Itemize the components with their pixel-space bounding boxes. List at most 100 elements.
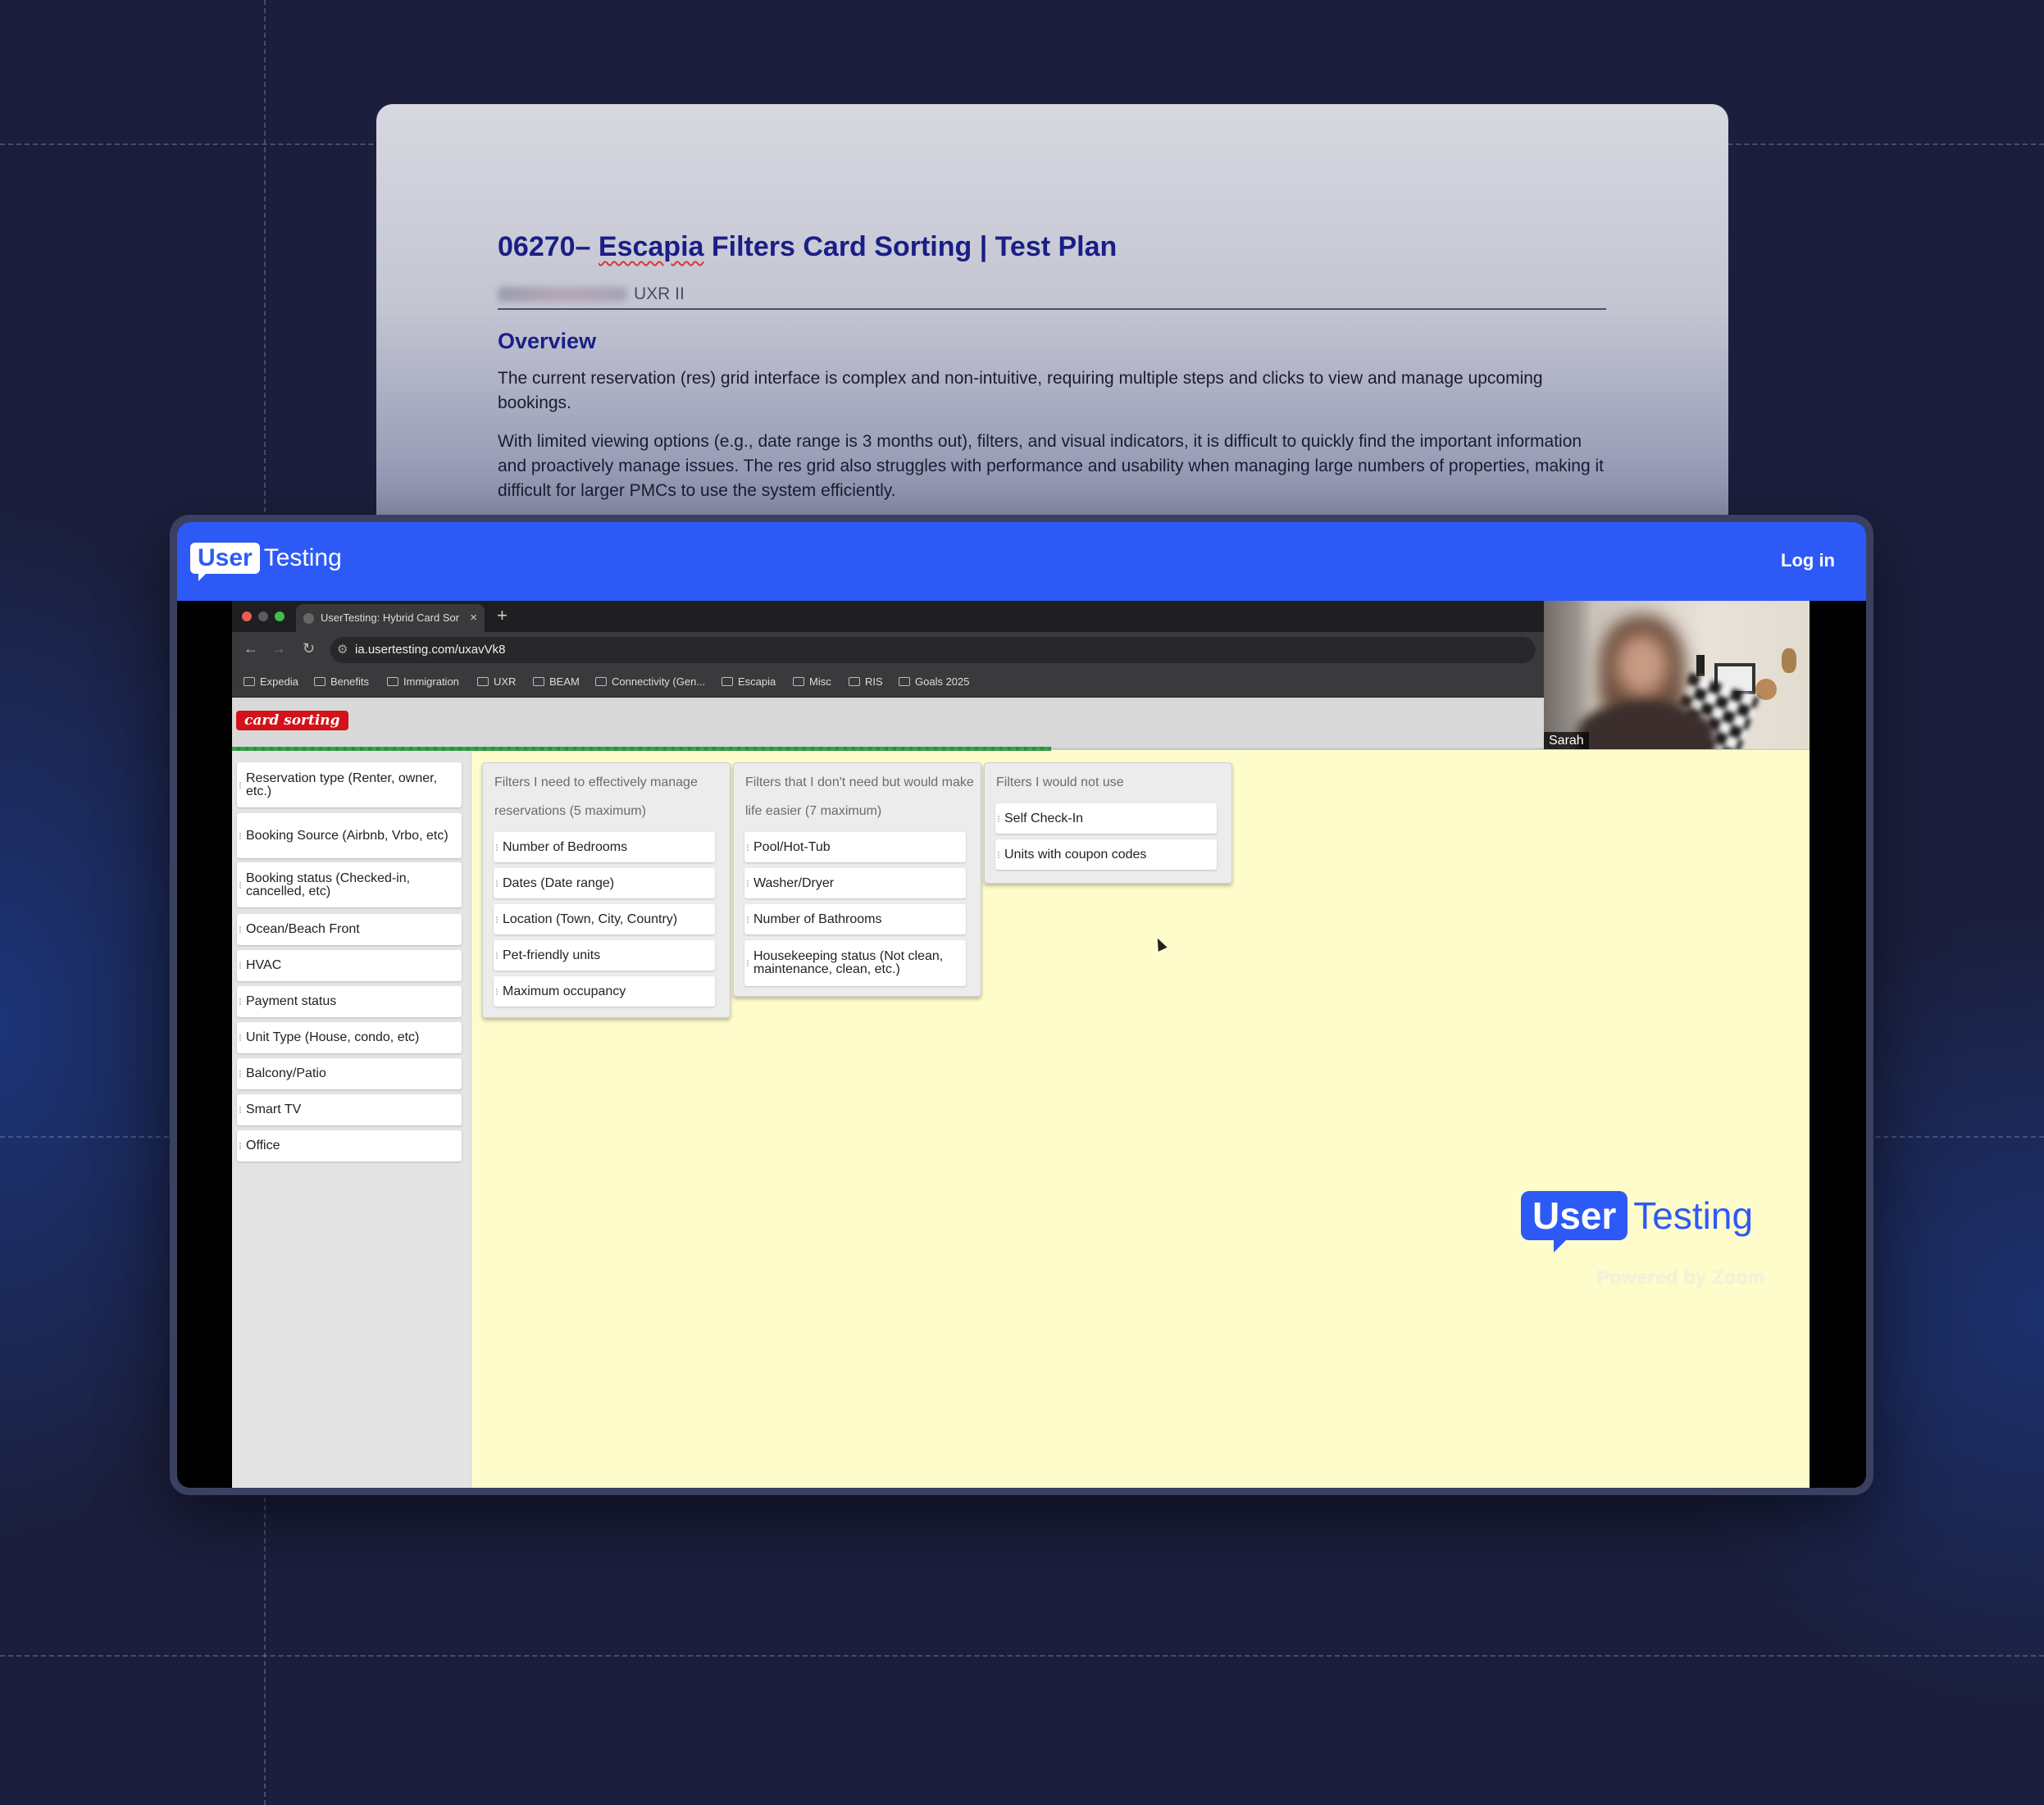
unsorted-card[interactable]: Booking status (Checked-in, cancelled, e… <box>237 862 462 907</box>
sorted-card[interactable]: Pet-friendly units <box>494 940 715 971</box>
folder-icon <box>387 677 398 686</box>
bookmark-label: Connectivity (Gen... <box>612 675 706 688</box>
card-label: Pool/Hot-Tub <box>753 839 831 854</box>
sorted-card[interactable]: Location (Town, City, Country) <box>494 904 715 934</box>
sorted-card[interactable]: Housekeeping status (Not clean, maintena… <box>744 940 966 986</box>
browser-tab[interactable]: UserTesting: Hybrid Card Sor × <box>296 604 485 632</box>
sorted-card[interactable]: Number of Bathrooms <box>744 904 966 934</box>
webcam-background <box>1782 648 1796 673</box>
sorted-card[interactable]: Self Check-In <box>995 803 1217 834</box>
category-group[interactable]: Filters that I don't need but would make… <box>733 762 981 997</box>
sorted-card[interactable]: Maximum occupancy <box>494 976 715 1007</box>
unsorted-card[interactable]: Booking Source (Airbnb, Vrbo, etc) <box>237 813 462 858</box>
unsorted-card[interactable]: Reservation type (Renter, owner, etc.) <box>237 762 462 807</box>
guide-line-bottom <box>0 1655 2044 1657</box>
card-label: Washer/Dryer <box>753 875 835 890</box>
folder-icon <box>595 677 607 686</box>
unsorted-card[interactable]: Balcony/Patio <box>237 1058 462 1089</box>
title-misspelled-word: Escapia <box>598 231 704 262</box>
card-label: Payment status <box>246 994 337 1008</box>
unsorted-card[interactable]: Payment status <box>237 986 462 1017</box>
tab-close-icon[interactable]: × <box>470 604 477 632</box>
site-settings-icon[interactable]: ⚙ <box>337 637 348 663</box>
powered-by-zoom: Powered by Zoom <box>1596 1266 1765 1288</box>
usertesting-header: User Testing Log in <box>177 522 1866 601</box>
browser-tab-bar: UserTesting: Hybrid Card Sor × + <box>232 601 1544 632</box>
overview-paragraph-1: The current reservation (res) grid inter… <box>498 369 1543 412</box>
usertesting-window: User Testing Log in UserTesting: Hybrid … <box>170 515 1873 1495</box>
group-title[interactable]: Filters I would not use <box>996 768 1226 797</box>
folder-icon <box>722 677 733 686</box>
bookmark-label: RIS <box>865 675 883 688</box>
bookmark-folder[interactable]: BEAM <box>533 675 580 688</box>
bookmark-folder[interactable]: RIS <box>849 675 883 688</box>
title-suffix: Filters Card Sorting | Test Plan <box>703 231 1118 262</box>
logo-testing-text: Testing <box>263 544 342 571</box>
bookmark-label: Escapia <box>738 675 776 688</box>
folder-icon <box>244 677 255 686</box>
session-video: UserTesting: Hybrid Card Sor × + ← → ↻ ⚙… <box>177 601 1866 1488</box>
unsorted-card[interactable]: HVAC <box>237 950 462 981</box>
unsorted-card[interactable]: Office <box>237 1130 462 1162</box>
bookmarks-bar: Expedia Benefits Immigration UXR BEAM Co… <box>232 668 1544 698</box>
sorted-card[interactable]: Number of Bedrooms <box>494 832 715 862</box>
card-label: Booking Source (Airbnb, Vrbo, etc) <box>246 828 448 843</box>
folder-icon <box>849 677 860 686</box>
reload-icon[interactable]: ↻ <box>303 640 315 657</box>
unsorted-card[interactable]: Ocean/Beach Front <box>237 914 462 945</box>
participant-webcam: Sarah <box>1544 601 1810 749</box>
bookmark-folder[interactable]: Goals 2025 <box>899 675 970 688</box>
folder-icon <box>899 677 910 686</box>
card-label: Smart TV <box>246 1103 302 1116</box>
bookmark-folder[interactable]: Expedia <box>244 675 298 688</box>
group-title[interactable]: Filters that I don't need but would make… <box>745 768 975 825</box>
bookmark-folder[interactable]: Misc <box>793 675 831 688</box>
window-maximize-dot[interactable] <box>275 612 285 621</box>
address-bar[interactable]: ⚙ ia.usertesting.com/uxavVk8 <box>330 637 1536 663</box>
author-role: UXR II <box>634 284 685 303</box>
bookmark-folder[interactable]: Connectivity (Gen... <box>595 675 705 688</box>
unsorted-card[interactable]: Smart TV <box>237 1094 462 1125</box>
card-label: Balcony/Patio <box>246 1066 326 1080</box>
back-arrow-icon[interactable]: ← <box>244 640 258 657</box>
card-label: Ocean/Beach Front <box>246 922 360 936</box>
window-minimize-dot[interactable] <box>258 612 268 621</box>
webcam-background <box>1696 655 1705 676</box>
card-label: Number of Bedrooms <box>503 839 628 854</box>
card-label: Location (Town, City, Country) <box>503 912 678 926</box>
usertesting-logo[interactable]: User Testing <box>190 543 342 581</box>
card-label: Reservation type (Renter, owner, etc.) <box>246 771 438 798</box>
bookmark-label: Benefits <box>330 675 369 688</box>
mouse-cursor-icon <box>1153 936 1168 952</box>
card-label: Booking status (Checked-in, cancelled, e… <box>246 871 411 898</box>
test-plan-document: 06270– Escapia Filters Card Sorting | Te… <box>376 104 1728 563</box>
login-link[interactable]: Log in <box>1781 550 1835 571</box>
sorted-card[interactable]: Washer/Dryer <box>744 868 966 898</box>
logo-user-bubble: User <box>190 543 260 581</box>
sorted-card[interactable]: Dates (Date range) <box>494 868 715 898</box>
unsorted-cards-panel: Reservation type (Renter, owner, etc.) B… <box>232 751 471 1488</box>
bookmark-folder[interactable]: Benefits <box>314 675 369 688</box>
sorted-card[interactable]: Units with coupon codes <box>995 839 1217 870</box>
category-group[interactable]: Filters I would not use Self Check-In Un… <box>984 762 1232 884</box>
card-label: Unit Type (House, condo, etc) <box>246 1030 420 1044</box>
bookmark-folder[interactable]: Immigration <box>387 675 459 688</box>
recorded-screen: UserTesting: Hybrid Card Sor × + ← → ↻ ⚙… <box>232 601 1810 1488</box>
card-label: Units with coupon codes <box>1004 847 1147 862</box>
category-group[interactable]: Filters I need to effectively manage res… <box>482 762 731 1018</box>
card-label: Pet-friendly units <box>503 948 601 962</box>
new-tab-icon[interactable]: + <box>497 605 508 626</box>
bookmark-folder[interactable]: Escapia <box>722 675 776 688</box>
window-close-dot[interactable] <box>242 612 252 621</box>
title-prefix: 06270– <box>498 231 599 262</box>
sorted-card[interactable]: Pool/Hot-Tub <box>744 832 966 862</box>
group-title[interactable]: Filters I need to effectively manage res… <box>494 768 724 825</box>
tab-favicon-icon <box>303 613 314 624</box>
card-label: HVAC <box>246 958 282 972</box>
unsorted-card[interactable]: Unit Type (House, condo, etc) <box>237 1022 462 1053</box>
browser-address-row: ← → ↻ ⚙ ia.usertesting.com/uxavVk8 <box>232 632 1544 668</box>
document-author: UXR II <box>498 284 685 304</box>
bookmark-folder[interactable]: UXR <box>477 675 516 688</box>
redacted-author-name <box>498 287 627 302</box>
forward-arrow-icon[interactable]: → <box>271 640 286 657</box>
